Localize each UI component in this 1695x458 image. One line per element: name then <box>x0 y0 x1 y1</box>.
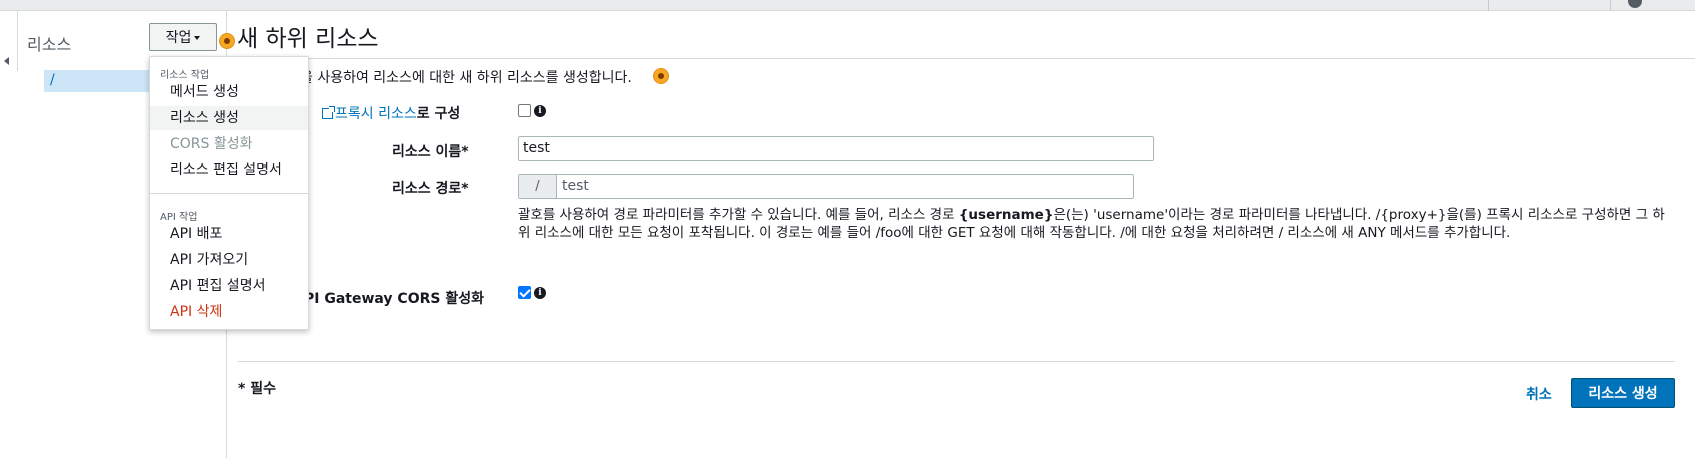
panel-collapse-toggle[interactable] <box>0 11 18 71</box>
external-link-icon <box>322 106 335 119</box>
help-text-part1: 괄호를 사용하여 경로 파라미터를 추가할 수 있습니다. 예를 들어, 리소스… <box>518 207 959 223</box>
menu-item-deploy-api[interactable]: API 배포 <box>150 222 308 246</box>
resource-path-help: 괄호를 사용하여 경로 파라미터를 추가할 수 있습니다. 예를 들어, 리소스… <box>518 206 1668 242</box>
menu-item-delete-api[interactable]: API 삭제 <box>150 300 308 324</box>
resources-panel-title: 리소스 <box>27 35 72 54</box>
caret-down-icon <box>194 36 201 40</box>
menu-item-edit-api-docs[interactable]: API 편집 설명서 <box>150 274 308 298</box>
create-resource-button[interactable]: 리소스 생성 <box>1571 378 1675 408</box>
proxy-resource-suffix: 로 구성 <box>416 106 461 122</box>
resource-name-input[interactable]: test <box>518 136 1154 161</box>
page-title: 새 하위 리소스 <box>237 26 379 52</box>
proxy-resource-label: 프록시 리소스로 구성 <box>322 103 460 123</box>
menu-item-edit-resource-docs[interactable]: 리소스 편집 설명서 <box>150 158 308 182</box>
chevron-left-icon <box>4 57 9 65</box>
info-icon[interactable]: i <box>534 287 546 299</box>
menu-group-label-resource: 리소스 작업 <box>160 70 210 81</box>
actions-menu: 리소스 작업 메서드 생성 리소스 생성 CORS 활성화 리소스 편집 설명서… <box>149 56 309 330</box>
resource-tree-root-label: / <box>50 72 55 88</box>
actions-dropdown-button[interactable]: 작업 <box>149 23 217 51</box>
required-note: * 필수 <box>238 381 276 397</box>
cancel-button[interactable]: 취소 <box>1526 384 1552 404</box>
proxy-resource-link[interactable]: 프록시 리소스 <box>322 106 417 122</box>
tutorial-hotspot-icon[interactable] <box>654 69 668 83</box>
help-text-example: {username} <box>958 207 1054 223</box>
top-bar-divider <box>1610 0 1611 11</box>
menu-item-create-resource[interactable]: 리소스 생성 <box>150 106 308 130</box>
cors-checkbox[interactable] <box>518 286 531 299</box>
page-description: 을 사용하여 리소스에 대한 새 하위 리소스를 생성합니다. <box>300 67 632 87</box>
page-description-text: 을 사용하여 리소스에 대한 새 하위 리소스를 생성합니다. <box>300 70 632 86</box>
user-avatar-icon[interactable] <box>1628 0 1642 8</box>
top-bar <box>0 0 1695 11</box>
footer-divider <box>238 361 1675 362</box>
title-divider <box>227 58 1695 59</box>
menu-group-label-api: API 작업 <box>160 212 198 223</box>
resource-path-label: 리소스 경로* <box>392 181 469 197</box>
resource-path-input[interactable]: / test <box>518 174 1134 199</box>
menu-item-import-api[interactable]: API 가져오기 <box>150 248 308 272</box>
info-icon[interactable]: i <box>534 105 546 117</box>
proxy-resource-checkbox[interactable] <box>518 104 531 117</box>
cors-label: PI Gateway CORS 활성화 <box>304 291 484 307</box>
menu-item-create-method[interactable]: 메서드 생성 <box>150 80 308 104</box>
resource-name-label: 리소스 이름* <box>392 144 469 160</box>
actions-button-label: 작업 <box>165 30 192 46</box>
menu-item-enable-cors[interactable]: CORS 활성화 <box>150 132 308 156</box>
tutorial-hotspot-icon[interactable] <box>220 34 234 48</box>
menu-divider <box>150 193 308 194</box>
top-bar-divider <box>1488 0 1489 11</box>
resource-path-prefix: / <box>519 175 557 198</box>
resource-path-value: test <box>562 178 589 194</box>
